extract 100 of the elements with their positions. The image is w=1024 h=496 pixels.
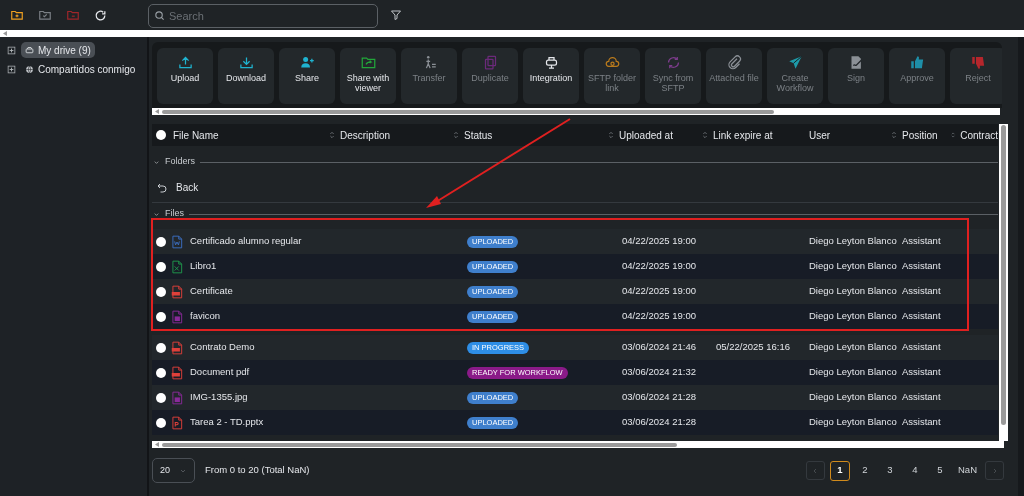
back-link[interactable]: Back	[156, 180, 199, 195]
paperclip-icon	[726, 55, 742, 70]
table-cell: 03/06/2024 21:28	[622, 416, 696, 428]
page-button[interactable]: 5	[930, 460, 950, 481]
plug-icon	[543, 55, 559, 70]
page-button[interactable]: 2	[855, 460, 875, 481]
table-cell: 04/22/2025 19:00	[622, 310, 696, 322]
chevron-icon[interactable]	[153, 158, 160, 166]
table-cell: Diego Leyton Blanco	[809, 260, 897, 272]
table-cell: 05/22/2025 16:16	[716, 341, 790, 353]
undo-arrow-icon	[156, 181, 168, 194]
refresh-icon[interactable]	[94, 8, 107, 22]
pagination-summary: From 0 to 20 (Total NaN)	[205, 463, 310, 478]
action-button[interactable]: Share	[279, 48, 335, 104]
checkbox[interactable]	[156, 130, 166, 140]
folder-plus-icon[interactable]	[10, 8, 24, 22]
column-header[interactable]: Position	[902, 127, 938, 143]
file-name[interactable]: Document pdf	[190, 365, 250, 380]
cloud-icon	[604, 55, 620, 70]
vertical-scrollbar[interactable]	[999, 124, 1008, 441]
sort-icon[interactable]	[890, 130, 898, 140]
page-button[interactable]: 1	[830, 460, 850, 481]
scroll-arrow-icon[interactable]	[3, 31, 8, 36]
file-name[interactable]: Contrato Demo	[190, 340, 255, 355]
checkbox[interactable]	[156, 417, 166, 428]
horizontal-scrollbar[interactable]	[152, 108, 1000, 115]
chevron-icon[interactable]	[153, 210, 160, 218]
drive-icon	[25, 45, 34, 55]
table-cell: Diego Leyton Blanco	[809, 366, 897, 378]
table-cell: Assistant	[902, 416, 941, 428]
table-cell: Diego Leyton Blanco	[809, 341, 897, 353]
pdf-file-icon	[170, 283, 184, 300]
table-cell: 03/06/2024 21:46	[622, 341, 696, 353]
checkbox[interactable]	[156, 311, 166, 322]
page-button[interactable]: NaN	[955, 460, 980, 481]
file-name[interactable]: Libro1	[190, 259, 217, 274]
table-cell: Assistant	[902, 341, 941, 353]
column-header[interactable]: Contract	[960, 127, 998, 143]
action-button[interactable]: Integration	[523, 48, 579, 104]
tree-item[interactable]: Compartidos conmigo	[21, 61, 140, 77]
column-header[interactable]: File Name	[173, 127, 219, 143]
table-cell: 04/22/2025 19:00	[622, 235, 696, 247]
pdf-file-icon	[170, 364, 184, 381]
scroll-arrow-icon[interactable]	[155, 109, 159, 114]
table-cell: Assistant	[902, 260, 941, 272]
folder-check-icon[interactable]	[38, 8, 52, 22]
table-cell: Diego Leyton Blanco	[809, 285, 897, 297]
sort-icon[interactable]	[950, 130, 957, 140]
action-button[interactable]: Upload	[157, 48, 213, 104]
sync-icon	[665, 55, 681, 70]
horizontal-scrollbar[interactable]	[152, 441, 1004, 448]
checkbox[interactable]	[156, 286, 166, 297]
table-cell: 04/22/2025 19:00	[622, 285, 696, 297]
page-size-select[interactable]: 20	[152, 458, 195, 483]
page-button[interactable]: 4	[905, 460, 925, 481]
column-header[interactable]: Link expire at	[713, 127, 773, 143]
column-header[interactable]: Description	[340, 127, 391, 143]
checkbox[interactable]	[156, 392, 166, 403]
horizontal-scrollbar[interactable]	[0, 30, 1024, 37]
table-cell: Assistant	[902, 285, 941, 297]
checkbox[interactable]	[156, 367, 166, 378]
image-file-icon	[170, 308, 184, 325]
word-file-icon	[170, 233, 184, 250]
expand-icon[interactable]	[7, 45, 16, 55]
sort-icon[interactable]	[452, 130, 460, 140]
table-cell: Diego Leyton Blanco	[809, 310, 897, 322]
table-cell: Assistant	[902, 391, 941, 403]
table-cell: 03/06/2024 21:28	[622, 391, 696, 403]
upload-icon	[177, 55, 193, 70]
excel-file-icon	[170, 258, 184, 275]
checkbox[interactable]	[156, 261, 166, 272]
sort-icon[interactable]	[607, 130, 615, 140]
file-name[interactable]: IMG-1355.jpg	[190, 390, 248, 405]
scroll-arrow-icon[interactable]	[155, 442, 159, 447]
column-header[interactable]: Status	[464, 127, 493, 143]
file-name[interactable]: Tarea 2 - TD.pptx	[190, 415, 264, 430]
file-name[interactable]: Certificate	[190, 284, 233, 299]
sort-icon[interactable]	[701, 130, 709, 140]
search-field[interactable]: Search	[148, 3, 378, 28]
add-user-icon	[299, 55, 315, 70]
action-button[interactable]: Share with viewer	[340, 48, 396, 104]
checkbox[interactable]	[156, 236, 166, 247]
checkbox[interactable]	[156, 342, 166, 353]
column-header[interactable]: User	[809, 127, 831, 143]
filter-icon[interactable]	[390, 9, 402, 21]
sort-icon[interactable]	[328, 130, 336, 140]
file-name[interactable]: Certificado alumno regular	[190, 234, 302, 249]
search-icon	[154, 9, 165, 21]
file-name[interactable]: favicon	[190, 309, 221, 324]
expand-icon[interactable]	[7, 64, 16, 74]
action-button[interactable]: Download	[218, 48, 274, 104]
column-header[interactable]: Uploaded at	[619, 127, 673, 143]
table-cell: Diego Leyton Blanco	[809, 391, 897, 403]
table-cell: 03/06/2024 21:32	[622, 366, 696, 378]
image-file-icon	[170, 389, 184, 406]
folder-minus-icon[interactable]	[66, 8, 80, 22]
table-cell: Assistant	[902, 310, 941, 322]
page-button[interactable]: 3	[880, 460, 900, 481]
section-label: Folders	[165, 155, 195, 169]
tree-item[interactable]: My drive (9)	[21, 42, 95, 58]
